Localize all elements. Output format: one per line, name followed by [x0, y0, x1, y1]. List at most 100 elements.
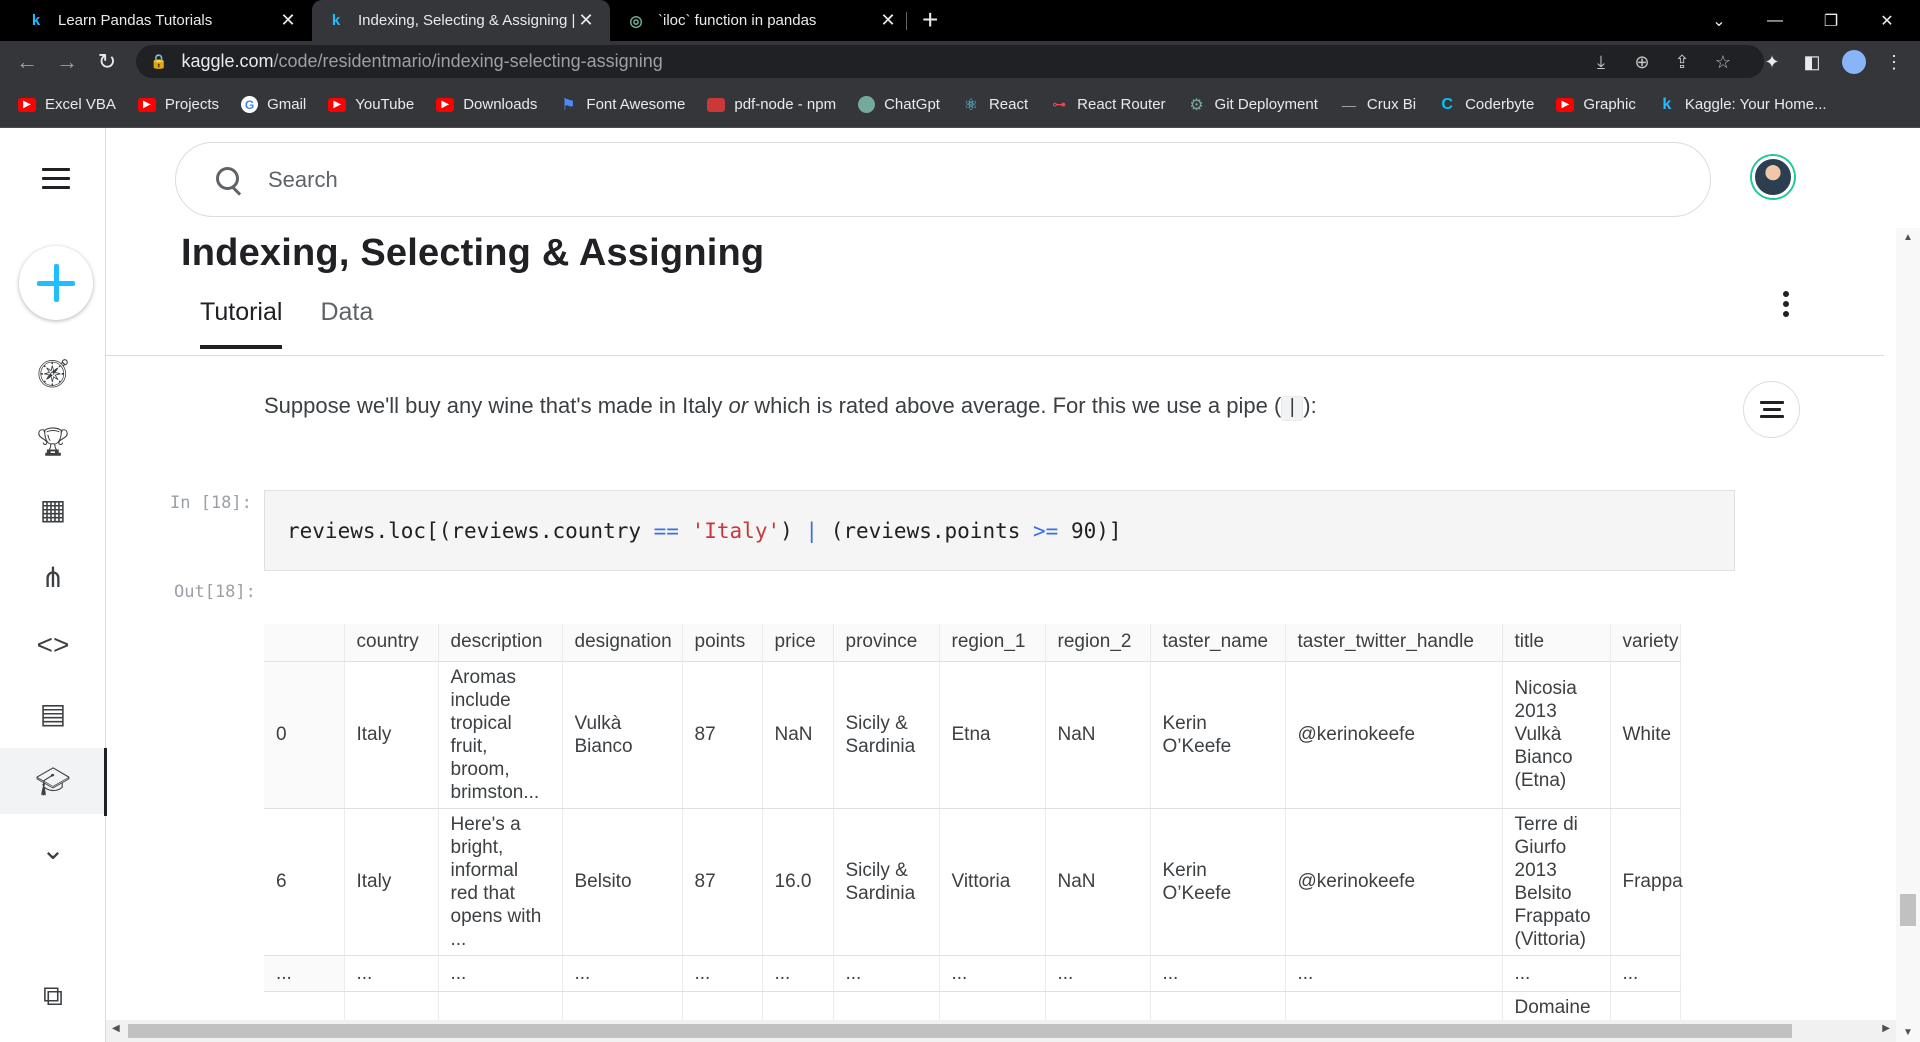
column-header: province	[833, 624, 940, 662]
bookmark-item[interactable]: ▶ Excel VBA	[18, 96, 116, 113]
browser-tab-iloc[interactable]: ◎ `iloc` function in pandas ✕	[612, 0, 912, 41]
table-cell	[682, 991, 763, 1020]
search-icon	[216, 166, 242, 193]
row-index: 0	[264, 661, 345, 809]
models-icon[interactable]: ⋔	[0, 544, 106, 610]
forward-icon[interactable]: →	[50, 41, 84, 82]
bookmark-item[interactable]: ▶ Graphic	[1556, 96, 1636, 113]
share-icon[interactable]: ⇪	[1667, 47, 1697, 77]
close-window-icon[interactable]: ✕	[1859, 0, 1915, 41]
bookmark-label: Kaggle: Your Home...	[1684, 96, 1827, 113]
table-icon[interactable]: ▦	[0, 476, 106, 542]
react-icon: ⚛	[963, 96, 979, 114]
more-options-icon[interactable]	[1780, 291, 1792, 321]
browser-tab-learn-pandas[interactable]: k Learn Pandas Tutorials ✕	[12, 0, 312, 41]
inline-code: |	[1281, 396, 1304, 421]
table-cell: Italy	[344, 808, 439, 956]
avatar[interactable]	[1752, 156, 1794, 198]
new-tab-icon[interactable]: +	[922, 4, 938, 36]
code-cell[interactable]: reviews.loc[(reviews.country == 'Italy')…	[264, 490, 1735, 571]
address-bar[interactable]: 🔒 kaggle.com/code/residentmario/indexing…	[136, 45, 1764, 78]
table-cell: Frappa	[1610, 808, 1683, 956]
recently-viewed-icon[interactable]: ⧉	[0, 963, 106, 1029]
scroll-right-icon[interactable]: ▶	[1882, 1023, 1890, 1034]
bookmark-label: Coderbyte	[1465, 96, 1535, 113]
browser-tab-indexing[interactable]: k Indexing, Selecting & Assigning | ✕	[312, 0, 610, 41]
scroll-thumb[interactable]	[1900, 894, 1916, 926]
search-input[interactable]	[268, 166, 1468, 193]
table-cell: Sicily & Sardinia	[833, 661, 940, 809]
notebook-tabs: Tutorial Data	[200, 298, 411, 349]
restore-icon[interactable]: ❐	[1803, 0, 1859, 41]
horizontal-scroll-thumb[interactable]	[128, 1024, 1792, 1038]
table-cell: ...	[1045, 955, 1151, 992]
bookmark-item[interactable]: ⚙ Git Deployment	[1188, 96, 1318, 114]
kaggle-favicon-icon: k	[31, 12, 41, 29]
table-of-contents-button[interactable]	[1743, 381, 1800, 438]
bookmark-star-icon[interactable]: ☆	[1708, 47, 1738, 77]
bookmark-item[interactable]: pdf-node - npm	[707, 96, 836, 113]
bookmarks-bar: ▶ Excel VBA ▶ Projects G Gmail ▶ YouTube ▶ Downlo…	[0, 82, 1920, 128]
bookmark-item[interactable]: k Kaggle: Your Home...	[1658, 96, 1827, 114]
bookmark-label: Downloads	[463, 96, 538, 113]
bookmark-item[interactable]: C Coderbyte	[1438, 96, 1535, 114]
table-cell: ...	[438, 955, 563, 992]
plus-icon	[37, 264, 75, 302]
compass-icon[interactable]: 🧭︎	[0, 340, 106, 406]
table-cell: ...	[1150, 955, 1286, 992]
close-tab-icon[interactable]: ✕	[278, 10, 298, 31]
chevron-down-icon[interactable]: ⌄	[0, 816, 106, 882]
chatgpt-icon	[858, 96, 876, 113]
search-bar[interactable]	[175, 142, 1711, 217]
close-tab-icon[interactable]: ✕	[878, 10, 898, 31]
learn-icon[interactable]: 🎓︎	[0, 748, 107, 816]
table-cell: Vittoria	[939, 808, 1046, 956]
scroll-left-icon[interactable]: ◀	[112, 1023, 120, 1034]
table-row: Domaine	[264, 991, 1681, 1020]
scroll-down-icon[interactable]: ▼	[1896, 1027, 1920, 1038]
bookmark-label: pdf-node - npm	[734, 96, 837, 113]
table-cell: Vulkà Bianco	[562, 661, 683, 809]
zoom-icon[interactable]: ⊕	[1627, 47, 1657, 77]
code-icon[interactable]: <>	[0, 612, 106, 678]
side-panel-icon[interactable]: ◧	[1796, 46, 1828, 78]
create-button[interactable]	[19, 246, 93, 320]
bookmark-item[interactable]: — Crux Bi	[1340, 96, 1416, 113]
chrome-menu-icon[interactable]: ⋮	[1878, 46, 1910, 78]
tab-data[interactable]: Data	[320, 298, 373, 349]
column-header: designation	[562, 624, 683, 662]
discussion-icon[interactable]: ▤	[0, 680, 106, 746]
bookmark-item[interactable]: ⚛ React	[962, 96, 1028, 114]
profile-avatar-icon[interactable]	[1838, 46, 1870, 78]
bookmark-item[interactable]: ⚑ Font Awesome	[559, 96, 685, 114]
back-icon[interactable]: ←	[10, 41, 44, 82]
bookmark-item[interactable]: ▶ YouTube	[328, 96, 414, 113]
youtube-icon: ▶	[137, 97, 156, 112]
bookmark-item[interactable]: ChatGpt	[858, 96, 940, 113]
trophy-icon[interactable]: 🏆︎	[0, 408, 106, 474]
table-cell: White	[1610, 661, 1681, 809]
table-cell: Italy	[344, 661, 439, 809]
column-header: title	[1502, 624, 1611, 662]
hamburger-menu-icon[interactable]	[42, 168, 70, 195]
minimize-icon[interactable]: —	[1747, 0, 1803, 41]
install-app-icon[interactable]: ⤓	[1586, 47, 1616, 77]
extensions-icon[interactable]: ✦	[1756, 46, 1788, 78]
bookmark-item[interactable]: ▶ Downloads	[436, 96, 537, 113]
bookmark-item[interactable]: G Gmail	[241, 96, 306, 113]
scroll-up-icon[interactable]: ▲	[1896, 232, 1920, 243]
table-cell: 87	[682, 661, 763, 809]
table-cell: ...	[1285, 955, 1503, 992]
input-prompt: In [18]:	[170, 493, 252, 513]
close-tab-icon[interactable]: ✕	[576, 10, 596, 31]
vertical-scrollbar[interactable]: ▲ ▼	[1896, 228, 1920, 1042]
youtube-icon: ▶	[18, 97, 36, 112]
bookmark-item[interactable]: ▶ Projects	[137, 96, 219, 113]
bookmark-item[interactable]: ⊶ React Router	[1050, 96, 1165, 113]
bookmark-label: YouTube	[355, 96, 415, 113]
tab-search-chevron-icon[interactable]: ⌄	[1691, 0, 1747, 41]
table-cell: Kerin O’Keefe	[1150, 661, 1286, 809]
horizontal-scrollbar[interactable]: ◀ ▶	[106, 1020, 1896, 1042]
reload-icon[interactable]: ↻	[90, 41, 124, 82]
tab-tutorial[interactable]: Tutorial	[200, 298, 283, 349]
